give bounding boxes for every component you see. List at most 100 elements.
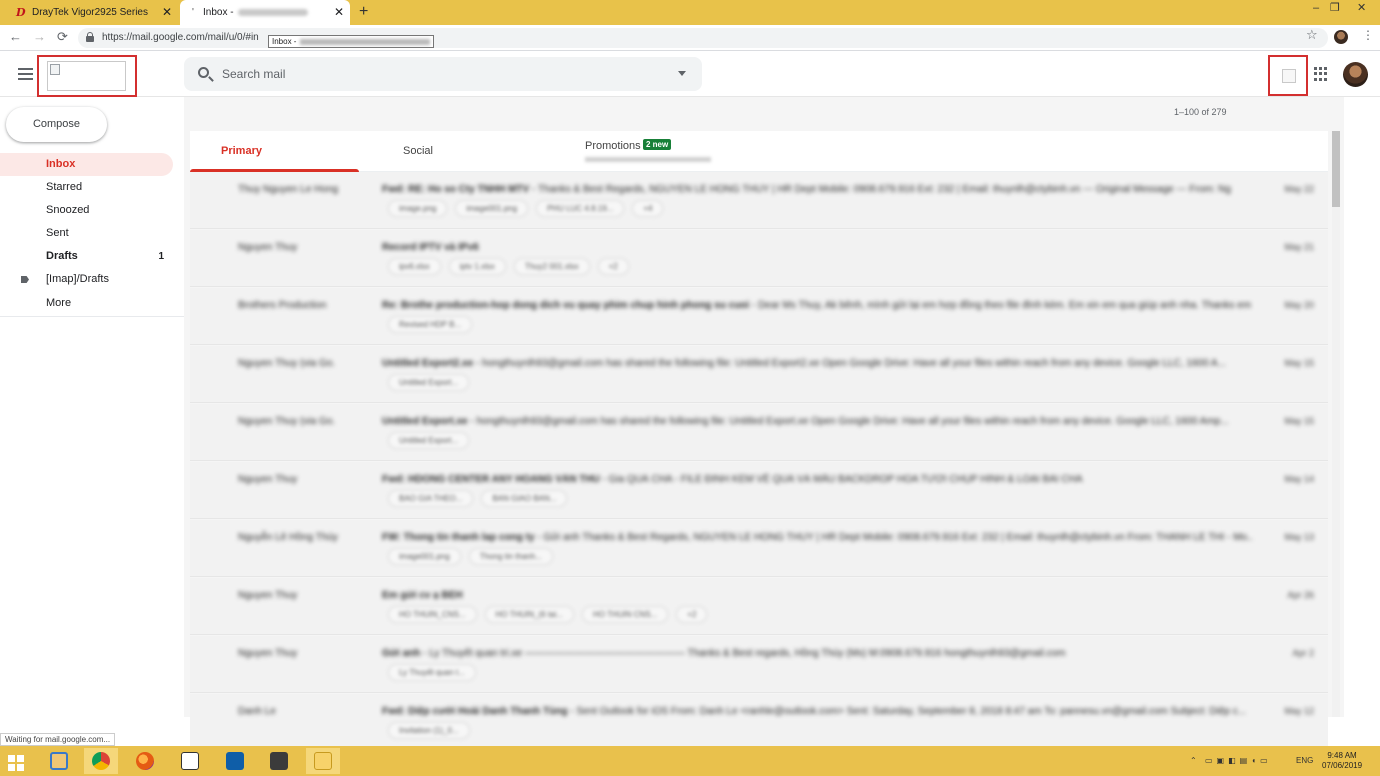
browser-menu-icon[interactable]: ⋮: [1362, 28, 1374, 42]
attachment-chip[interactable]: HO THUIN_CNS...: [388, 606, 477, 623]
browser-profile-avatar[interactable]: [1334, 30, 1348, 44]
attachment-chip[interactable]: ipv6.xlsx: [388, 258, 441, 275]
taskbar-folder[interactable]: [306, 748, 340, 774]
taskbar-app[interactable]: [262, 748, 296, 774]
taskbar-chrome[interactable]: [84, 748, 118, 774]
mail-row[interactable]: Danh Le Fwd: Diệp cưới Hoài Danh Thanh Tù…: [190, 694, 1328, 751]
attachment-chip[interactable]: image.png: [388, 200, 448, 217]
tab-draytek[interactable]: D DrayTek Vigor2925 Series ✕: [10, 0, 178, 25]
clock-date: 07/06/2019: [1322, 761, 1363, 770]
mail-row[interactable]: Thuy Nguyen Le Hong Fwd: RE: Ho so Cty TN…: [190, 172, 1328, 229]
sidebar: Compose Inbox Starred Snoozed Sent Draft…: [0, 97, 184, 717]
taskbar-firefox[interactable]: [128, 748, 162, 774]
search-options-icon[interactable]: [678, 71, 686, 76]
mail-date: May 14: [1284, 474, 1314, 484]
tab-social[interactable]: Social: [375, 131, 525, 172]
bookmark-star-icon[interactable]: ☆: [1306, 27, 1318, 43]
attachment-chip[interactable]: +2: [676, 606, 708, 623]
tab-title: Inbox -: [203, 7, 234, 18]
maximize-button[interactable]: ❐: [1330, 0, 1340, 16]
mail-row[interactable]: Nguyen Thuy Fwd: HDONG CENTER ANY HOANG V…: [190, 462, 1328, 519]
sidebar-item-label: Sent: [46, 227, 69, 239]
minimize-button[interactable]: –: [1313, 0, 1319, 16]
category-tabs: Primary Social Promotions 2 new: [190, 131, 1328, 172]
broken-logo-image[interactable]: [47, 61, 126, 91]
scrollbar-thumb[interactable]: [1332, 131, 1340, 207]
taskbar-file-explorer[interactable]: [42, 748, 76, 774]
new-tab-button[interactable]: +: [359, 0, 368, 24]
mail-subject: Fwd: RE: Ho so Cty TNHH MTV - Thanks & B…: [382, 184, 1252, 195]
mail-row[interactable]: Nguyen Thuy (via Go. Untitled Export2.xe …: [190, 346, 1328, 403]
compose-button[interactable]: Compose: [6, 107, 107, 142]
attachment-chip[interactable]: HO THUIN_(6 tai...: [484, 606, 574, 623]
sidebar-item-sent[interactable]: Sent: [0, 222, 173, 245]
mail-row[interactable]: Brothers Production Re: Brothe production…: [190, 288, 1328, 345]
start-button[interactable]: [0, 748, 34, 774]
mail-row[interactable]: Nguyen Thuy Em gửi cv ạ BEH Apr 26 HO THUIN…: [190, 578, 1328, 635]
attachment-chip[interactable]: Thong tin thanh...: [468, 548, 553, 565]
scrollbar[interactable]: [1332, 131, 1340, 717]
tray-expand-icon[interactable]: ⌃: [1190, 746, 1197, 776]
sidebar-item-label: [Imap]/Drafts: [46, 273, 109, 285]
draytek-favicon-icon: D: [16, 6, 26, 19]
sidebar-item-starred[interactable]: Starred: [0, 176, 173, 199]
attachment-chip[interactable]: BAO GIA THEO...: [388, 490, 474, 507]
search-icon[interactable]: [198, 67, 209, 78]
firefox-icon: [136, 752, 154, 770]
sidebar-item-imap-drafts[interactable]: [Imap]/Drafts: [0, 268, 173, 291]
attachment-chip[interactable]: Untitled Export...: [388, 374, 470, 391]
mail-row[interactable]: Nguyen Thuy Gửi anh - Ly Thuyết quan tri.…: [190, 636, 1328, 693]
sidebar-item-snoozed[interactable]: Snoozed: [0, 199, 173, 222]
sidebar-item-label: Drafts: [46, 250, 78, 262]
language-indicator[interactable]: ENG: [1296, 746, 1313, 776]
broken-image-icon[interactable]: [1282, 69, 1296, 83]
attachment-chip[interactable]: Ly Thuyết quan t...: [388, 664, 476, 681]
close-window-button[interactable]: ✕: [1357, 0, 1366, 16]
search-input[interactable]: [222, 57, 662, 91]
attachment-chip[interactable]: PHU LUC 4.8.19...: [536, 200, 625, 217]
back-button[interactable]: ←: [9, 28, 22, 46]
attachment-chip[interactable]: Thuy2 001.xlsx: [513, 258, 590, 275]
mail-sender: Thuy Nguyen Le Hong: [238, 184, 339, 195]
tab-promotions[interactable]: Promotions 2 new: [585, 131, 785, 172]
attachment-chip[interactable]: Untitled Export...: [388, 432, 470, 449]
logo-highlight-box: [37, 55, 137, 97]
close-tab-icon[interactable]: ✕: [162, 0, 172, 25]
reload-button[interactable]: ⟳: [57, 28, 68, 46]
sidebar-item-drafts[interactable]: Drafts 1: [0, 245, 173, 268]
lock-icon: [86, 32, 94, 42]
mail-list-area: 1–100 of 279 Primary Social Promotions 2…: [184, 97, 1344, 751]
main-menu-icon[interactable]: [18, 68, 33, 80]
mail-row[interactable]: Nguyễn Lê Hồng Thúy FW: Thong tin thanh l…: [190, 520, 1328, 577]
attachment-chip[interactable]: image001.png: [388, 548, 461, 565]
attachment-chip[interactable]: +4: [632, 200, 664, 217]
google-apps-icon[interactable]: [1314, 67, 1328, 81]
search-bar[interactable]: [184, 57, 702, 91]
address-bar[interactable]: https://mail.google.com/mail/u/0/#in: [78, 28, 1328, 48]
mail-subject-text: Em gửi cv ạ BEH: [382, 590, 463, 601]
attachment-chip[interactable]: HO THUIN CNS...: [581, 606, 669, 623]
taskbar-calendar[interactable]: [173, 748, 207, 774]
mail-sender: Nguyen Thuy (via Go.: [238, 416, 336, 427]
attachment-chip[interactable]: +2: [597, 258, 629, 275]
mail-snippet: - Dear Ms Thuy, Ak bênh, mình gửi lại em…: [749, 300, 1252, 311]
tab-label: Social: [403, 145, 433, 157]
attachment-chips: HO THUIN_CNS... HO THUIN_(6 tai... HO THUI…: [388, 606, 715, 623]
attachment-chip[interactable]: Revised HDP B...: [388, 316, 473, 333]
forward-button[interactable]: →: [33, 28, 46, 46]
taskbar-outlook[interactable]: [218, 748, 252, 774]
account-avatar[interactable]: [1343, 62, 1368, 87]
tab-primary[interactable]: Primary: [190, 131, 359, 172]
attachment-chip[interactable]: image001.png: [455, 200, 529, 217]
attachment-chip[interactable]: BAN GIAO BAN...: [481, 490, 568, 507]
sidebar-item-more[interactable]: More: [0, 292, 173, 315]
close-tab-icon[interactable]: ✕: [334, 0, 344, 25]
mail-row[interactable]: Nguyen Thuy Record IPTV và IPv6 May 21 ipv6…: [190, 230, 1328, 287]
attachment-chip[interactable]: iptv 1.xlsx: [448, 258, 506, 275]
tab-inbox[interactable]: ' Inbox - ✕: [180, 0, 350, 25]
sidebar-item-inbox[interactable]: Inbox: [0, 153, 173, 176]
attachment-chip[interactable]: Invitation (1)_0...: [388, 722, 470, 739]
mail-row[interactable]: Nguyen Thuy (via Go. Untitled Export.xe -…: [190, 404, 1328, 461]
taskbar-clock[interactable]: 9:48 AM 07/06/2019: [1322, 751, 1362, 771]
tray-icons[interactable]: ▭▣◧▤◖▭: [1205, 746, 1285, 776]
